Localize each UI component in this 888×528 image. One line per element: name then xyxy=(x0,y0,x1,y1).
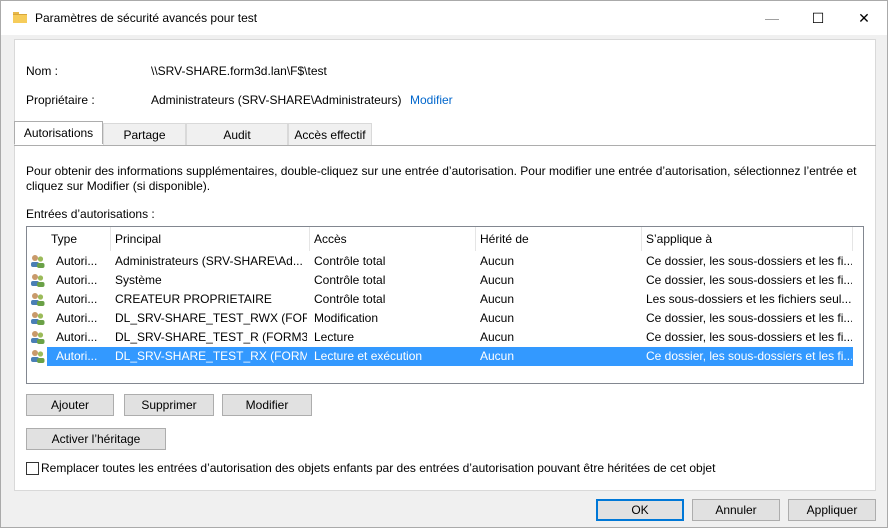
close-button[interactable]: ✕ xyxy=(841,1,887,35)
row-type: Autori... xyxy=(56,254,98,268)
row-access: Modification xyxy=(314,311,379,325)
row-applies: Ce dossier, les sous-dossiers et les fi.… xyxy=(646,254,852,268)
apply-button[interactable]: Appliquer xyxy=(788,499,876,521)
row-applies: Ce dossier, les sous-dossiers et les fi.… xyxy=(646,349,852,363)
table-row-selected[interactable]: Autori... DL_SRV-SHARE_TEST_RX (FORM3...… xyxy=(27,347,863,366)
tab-partage[interactable]: Partage xyxy=(103,123,186,145)
tab-autorisations[interactable]: Autorisations xyxy=(14,121,103,144)
row-inherited: Aucun xyxy=(480,292,515,306)
row-type: Autori... xyxy=(56,311,98,325)
table-row[interactable]: Autori... CREATEUR PROPRIETAIRE Contrôle… xyxy=(27,290,863,309)
folder-icon xyxy=(13,12,27,23)
entries-label: Entrées d’autorisations : xyxy=(26,207,155,221)
row-principal: DL_SRV-SHARE_TEST_RWX (FOR... xyxy=(115,311,307,325)
security-dialog: Paramètres de sécurité avancés pour test… xyxy=(0,0,888,528)
table-row[interactable]: Autori... Système Contrôle total Aucun C… xyxy=(27,271,863,290)
owner-value: Administrateurs (SRV-SHARE\Administrateu… xyxy=(151,93,402,107)
row-applies: Les sous-dossiers et les fichiers seul..… xyxy=(646,292,852,306)
row-access: Contrôle total xyxy=(314,292,386,306)
row-principal: Système xyxy=(115,273,162,287)
row-access: Contrôle total xyxy=(314,273,386,287)
row-principal: DL_SRV-SHARE_TEST_R (FORM3... xyxy=(115,330,307,344)
row-inherited: Aucun xyxy=(480,254,515,268)
tab-audit[interactable]: Audit xyxy=(186,123,288,145)
users-icon xyxy=(31,255,45,268)
enable-inheritance-button[interactable]: Activer l’héritage xyxy=(26,428,166,450)
replace-child-permissions-checkbox[interactable] xyxy=(26,462,39,475)
window-title: Paramètres de sécurité avancés pour test xyxy=(35,11,258,25)
row-inherited: Aucun xyxy=(480,311,515,325)
change-owner-link[interactable]: Modifier xyxy=(410,93,453,107)
permissions-description: Pour obtenir des informations supplément… xyxy=(26,164,857,193)
users-icon xyxy=(31,293,45,306)
column-header-principal[interactable]: Principal xyxy=(111,227,310,251)
table-row[interactable]: Autori... DL_SRV-SHARE_TEST_R (FORM3... … xyxy=(27,328,863,347)
row-access: Lecture xyxy=(314,330,355,344)
row-applies: Ce dossier, les sous-dossiers et les fi.… xyxy=(646,330,852,344)
list-header: Type Principal Accès Hérité de S’appliqu… xyxy=(27,227,863,251)
row-principal: CREATEUR PROPRIETAIRE xyxy=(115,292,272,306)
column-header-applies[interactable]: S’applique à xyxy=(642,227,853,251)
users-icon xyxy=(31,331,45,344)
add-button[interactable]: Ajouter xyxy=(26,394,114,416)
row-inherited: Aucun xyxy=(480,330,515,344)
column-header-type[interactable]: Type xyxy=(47,227,111,251)
row-inherited: Aucun xyxy=(480,349,515,363)
users-icon xyxy=(31,274,45,287)
remove-button[interactable]: Supprimer xyxy=(124,394,214,416)
row-access: Lecture et exécution xyxy=(314,349,423,363)
users-icon xyxy=(31,312,45,325)
minimize-button[interactable]: — xyxy=(749,1,795,35)
name-value: \\SRV-SHARE.form3d.lan\F$\test xyxy=(151,64,327,78)
ok-button[interactable]: OK xyxy=(596,499,684,521)
replace-child-permissions-label[interactable]: Remplacer toutes les entrées d’autorisat… xyxy=(41,461,715,475)
name-label: Nom : xyxy=(26,64,59,78)
cancel-button[interactable]: Annuler xyxy=(692,499,780,521)
tab-acces-effectif[interactable]: Accès effectif xyxy=(288,123,372,145)
row-principal: DL_SRV-SHARE_TEST_RX (FORM3... xyxy=(115,349,307,363)
row-type: Autori... xyxy=(56,292,98,306)
row-applies: Ce dossier, les sous-dossiers et les fi.… xyxy=(646,273,852,287)
column-header-access[interactable]: Accès xyxy=(310,227,476,251)
users-icon xyxy=(31,350,45,363)
title-bar[interactable]: Paramètres de sécurité avancés pour test… xyxy=(1,1,887,35)
row-type: Autori... xyxy=(56,273,98,287)
owner-label: Propriétaire : xyxy=(26,93,95,107)
table-row[interactable]: Autori... DL_SRV-SHARE_TEST_RWX (FOR... … xyxy=(27,309,863,328)
modify-button[interactable]: Modifier xyxy=(222,394,312,416)
column-header-inherited[interactable]: Hérité de xyxy=(476,227,642,251)
row-type: Autori... xyxy=(56,330,98,344)
row-type: Autori... xyxy=(56,349,98,363)
row-applies: Ce dossier, les sous-dossiers et les fi.… xyxy=(646,311,852,325)
row-principal: Administrateurs (SRV-SHARE\Ad... xyxy=(115,254,303,268)
table-row[interactable]: Autori... Administrateurs (SRV-SHARE\Ad.… xyxy=(27,252,863,271)
row-inherited: Aucun xyxy=(480,273,515,287)
permissions-list[interactable]: Type Principal Accès Hérité de S’appliqu… xyxy=(26,226,864,384)
maximize-button[interactable]: ☐ xyxy=(795,1,841,35)
row-access: Contrôle total xyxy=(314,254,386,268)
